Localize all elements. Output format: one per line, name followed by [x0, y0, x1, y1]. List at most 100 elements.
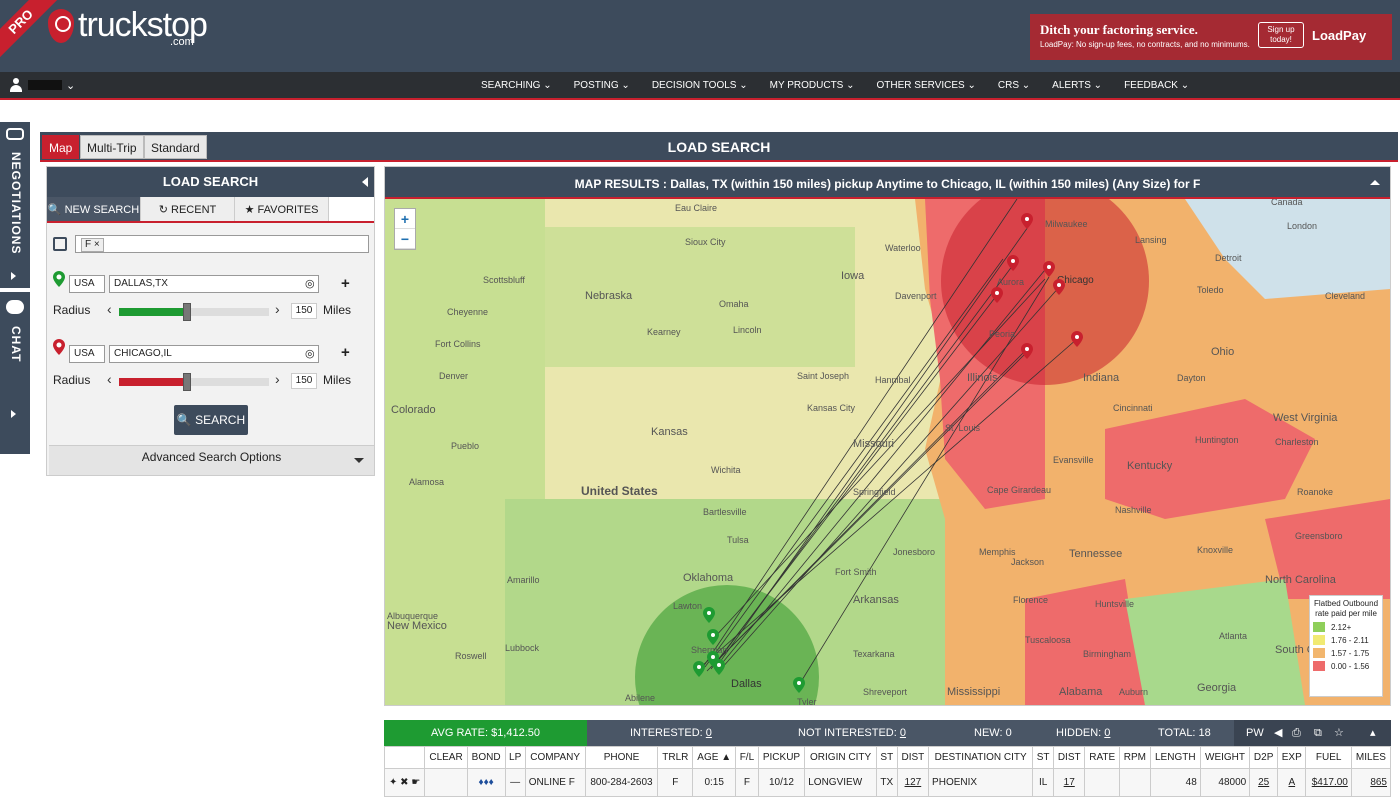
- nav-other-services[interactable]: OTHER SERVICES ⌄: [866, 72, 987, 100]
- tab-standard[interactable]: Standard: [144, 135, 207, 159]
- column-header[interactable]: RPM: [1119, 746, 1151, 769]
- chevron-right-icon[interactable]: ›: [275, 371, 280, 387]
- table-row[interactable]: ✦ ✖ ☛ ♦♦♦ — ONLINE F 800-284-2603 F 0:15 F 10/12…: [383, 768, 1392, 797]
- table-cell[interactable]: $417.00: [1305, 768, 1352, 797]
- column-header[interactable]: DIST: [1053, 746, 1086, 769]
- print-icon[interactable]: ⎙: [1292, 720, 1301, 746]
- table-cell[interactable]: 865: [1350, 768, 1392, 797]
- nav-searching[interactable]: SEARCHING ⌄: [470, 72, 563, 100]
- column-header[interactable]: DESTINATION CITY: [928, 746, 1034, 769]
- view-tabs-bar: LOAD SEARCH Map Multi-Trip Standard: [40, 132, 1398, 162]
- column-header[interactable]: TRLR: [657, 746, 694, 769]
- column-header[interactable]: PICKUP: [757, 746, 806, 769]
- close-icon[interactable]: ✖: [400, 777, 408, 788]
- collapse-left-icon[interactable]: [362, 177, 368, 187]
- map-label: Lincoln: [733, 325, 762, 335]
- map-label: Indiana: [1083, 372, 1120, 384]
- nav-crs[interactable]: CRS ⌄: [987, 72, 1041, 100]
- user-menu[interactable]: ⌄: [10, 78, 75, 92]
- table-cell[interactable]: 127: [896, 768, 930, 797]
- map-label: Abilene: [625, 693, 655, 703]
- map-label: Scottsbluff: [483, 275, 525, 285]
- chat-tab[interactable]: CHAT: [0, 292, 30, 454]
- pin-icon[interactable]: ✦: [389, 777, 397, 788]
- column-header[interactable]: DIST: [896, 746, 930, 769]
- radius-label: Radius: [53, 373, 91, 387]
- column-header[interactable]: ORIGIN CITY: [804, 746, 877, 769]
- tab-multi-trip[interactable]: Multi-Trip: [80, 135, 144, 159]
- equipment-input[interactable]: F ×: [75, 235, 369, 253]
- table-cell[interactable]: A: [1277, 768, 1307, 797]
- export-icon[interactable]: ⧉: [1314, 720, 1322, 746]
- tab-map[interactable]: Map: [42, 135, 80, 159]
- column-header[interactable]: ST: [875, 746, 898, 769]
- column-header[interactable]: EXP: [1277, 746, 1307, 769]
- nav-alerts[interactable]: ALERTS ⌄: [1041, 72, 1113, 100]
- nav-posting[interactable]: POSTING ⌄: [563, 72, 641, 100]
- handshake-icon[interactable]: ☛: [411, 777, 420, 788]
- origin-radius-slider[interactable]: [119, 303, 269, 321]
- column-header[interactable]: ST: [1032, 746, 1055, 769]
- pw-button[interactable]: PW: [1246, 720, 1264, 746]
- nav-decision-tools[interactable]: DECISION TOOLS ⌄: [641, 72, 759, 100]
- zoom-out-button[interactable]: −: [395, 229, 415, 249]
- zoom-in-button[interactable]: +: [395, 209, 415, 229]
- origin-city-input[interactable]: DALLAS,TX: [109, 275, 319, 293]
- ad-signup-button[interactable]: Sign up today!: [1258, 22, 1304, 48]
- dest-radius-slider[interactable]: [119, 373, 269, 391]
- table-cell[interactable]: 17: [1053, 768, 1086, 797]
- column-header[interactable]: LENGTH: [1149, 746, 1201, 769]
- column-header[interactable]: CLEAR: [424, 746, 468, 769]
- collapse-up-icon[interactable]: ▴: [1370, 720, 1376, 746]
- map-label: Huntsville: [1095, 599, 1134, 609]
- tab-favorites[interactable]: ★ FAVORITES: [235, 197, 329, 221]
- dest-country-select[interactable]: USA: [69, 345, 105, 363]
- not-interested-count[interactable]: NOT INTERESTED: 0: [798, 720, 906, 746]
- chevron-right-icon[interactable]: ›: [275, 301, 280, 317]
- interested-count[interactable]: INTERESTED: 0: [630, 720, 712, 746]
- map-label: Arkansas: [853, 594, 899, 606]
- column-header[interactable]: MILES: [1350, 746, 1392, 769]
- locate-icon[interactable]: ◎: [305, 347, 315, 360]
- locate-icon[interactable]: ◎: [305, 277, 315, 290]
- map-label: Kansas: [651, 426, 688, 438]
- star-icon[interactable]: ☆: [1334, 720, 1344, 746]
- volume-icon[interactable]: ◀: [1274, 720, 1282, 746]
- dest-city-input[interactable]: CHICAGO,IL: [109, 345, 319, 363]
- column-header[interactable]: D2P: [1249, 746, 1279, 769]
- chevron-left-icon[interactable]: ‹: [107, 371, 112, 387]
- results-map[interactable]: + − Sioux City Waterloo Iowa Nebraska Om…: [385, 199, 1390, 705]
- loadpay-ad[interactable]: Ditch your factoring service. LoadPay: N…: [1030, 14, 1392, 60]
- nav-my-products[interactable]: MY PRODUCTS ⌄: [759, 72, 866, 100]
- column-header[interactable]: PHONE: [584, 746, 659, 769]
- chat-label: CHAT: [9, 326, 23, 363]
- add-origin-icon[interactable]: +: [341, 275, 350, 292]
- tab-new-search[interactable]: 🔍 NEW SEARCH: [47, 197, 141, 221]
- equipment-chip[interactable]: F ×: [81, 238, 104, 252]
- map-label: Nebraska: [585, 290, 633, 302]
- origin-country-select[interactable]: USA: [69, 275, 105, 293]
- column-header[interactable]: RATE: [1084, 746, 1121, 769]
- column-header[interactable]: AGE ▲: [692, 746, 737, 769]
- column-header[interactable]: LP: [504, 746, 526, 769]
- table-cell[interactable]: 25: [1249, 768, 1279, 797]
- tab-recent[interactable]: ↻ RECENT: [141, 197, 235, 221]
- dest-radius-value[interactable]: 150: [291, 373, 317, 389]
- search-button[interactable]: 🔍 SEARCH: [174, 405, 248, 435]
- column-header[interactable]: FUEL: [1305, 746, 1352, 769]
- column-header[interactable]: [383, 746, 426, 769]
- chevron-left-icon[interactable]: ‹: [107, 301, 112, 317]
- origin-radius-value[interactable]: 150: [291, 303, 317, 319]
- nav-feedback[interactable]: FEEDBACK ⌄: [1113, 72, 1200, 100]
- column-header[interactable]: COMPANY: [524, 746, 586, 769]
- hidden-count[interactable]: HIDDEN: 0: [1056, 720, 1110, 746]
- column-header[interactable]: BOND: [466, 746, 506, 769]
- map-label: Tulsa: [727, 535, 749, 545]
- negotiations-tab[interactable]: NEGOTIATIONS: [0, 122, 30, 288]
- column-header[interactable]: F/L: [735, 746, 759, 769]
- map-label: Toledo: [1197, 285, 1224, 295]
- collapse-up-icon[interactable]: [1370, 180, 1380, 185]
- advanced-search-toggle[interactable]: Advanced Search Options: [49, 445, 374, 475]
- column-header[interactable]: WEIGHT: [1199, 746, 1251, 769]
- add-dest-icon[interactable]: +: [341, 344, 350, 361]
